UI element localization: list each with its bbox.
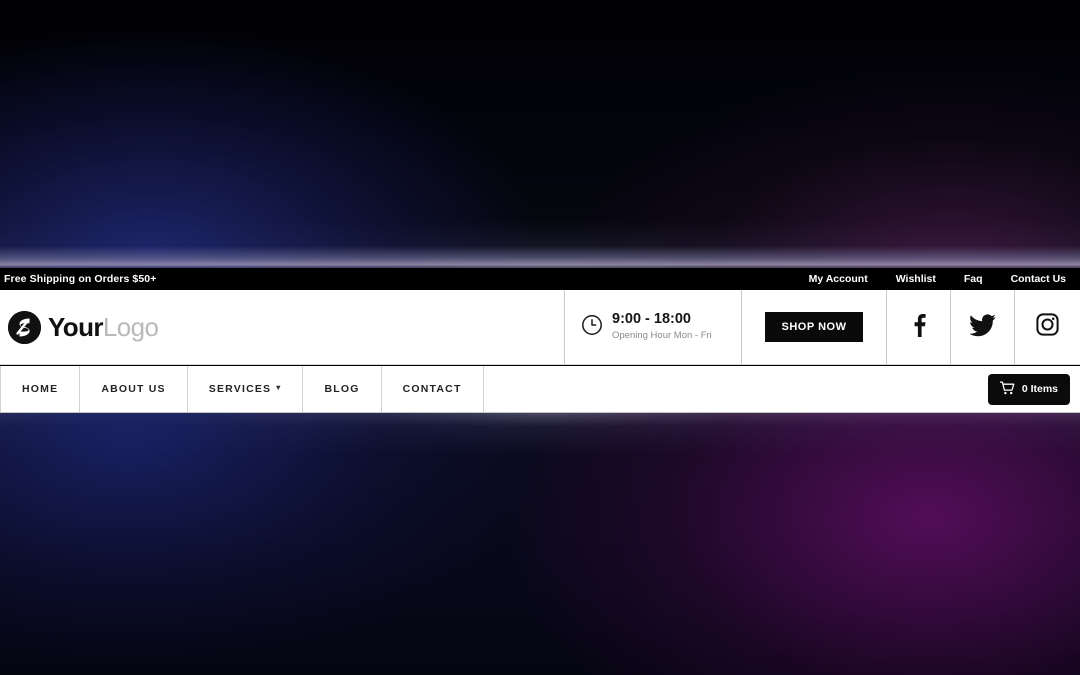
topbar-link-contact-us[interactable]: Contact Us	[1011, 273, 1066, 285]
topbar-link-my-account[interactable]: My Account	[809, 273, 868, 285]
nav-item-services[interactable]: SERVICES ▾	[188, 366, 304, 412]
shopping-cart-icon	[999, 380, 1015, 398]
cart-item-count-label: 0 Items	[1021, 383, 1058, 395]
nav-item-label: HOME	[22, 383, 59, 395]
opening-hours-subtitle: Opening Hour Mon - Fri	[612, 330, 712, 342]
opening-hours-text: 9:00 - 18:00 Opening Hour Mon - Fri	[612, 311, 712, 342]
opening-hours-time: 9:00 - 18:00	[612, 311, 691, 328]
topbar-link-wishlist[interactable]: Wishlist	[896, 273, 936, 285]
topbar-link-faq[interactable]: Faq	[964, 273, 983, 285]
logo-wordmark: YourLogo	[48, 312, 159, 342]
twitter-icon	[968, 313, 996, 342]
shop-now-button[interactable]: SHOP NOW	[764, 312, 864, 342]
background-glow-top	[0, 246, 1080, 268]
nav-item-contact[interactable]: CONTACT	[382, 366, 484, 412]
lightning-circle-logo-icon	[8, 310, 41, 344]
logo-cell[interactable]: YourLogo	[0, 290, 565, 364]
cart-button[interactable]: 0 Items	[987, 373, 1070, 405]
logo-text-bold: Your	[48, 312, 104, 342]
background-gradient-bottom	[0, 413, 1080, 675]
background-gradient-top	[0, 0, 1080, 268]
opening-hours-cell: 9:00 - 18:00 Opening Hour Mon - Fri	[565, 290, 742, 364]
top-utility-bar: Free Shipping on Orders $50+ My Account …	[0, 268, 1080, 290]
cart-area: 0 Items	[987, 366, 1080, 412]
logo-text-light: Logo	[102, 312, 159, 342]
nav-item-about-us[interactable]: ABOUT US	[80, 366, 188, 412]
nav-item-blog[interactable]: BLOG	[303, 366, 382, 412]
chevron-down-icon[interactable]: ▾	[276, 384, 281, 392]
nav-item-label: BLOG	[324, 383, 360, 395]
clock-icon	[581, 314, 603, 341]
social-link-twitter[interactable]	[951, 290, 1015, 364]
social-link-instagram[interactable]	[1015, 290, 1079, 364]
nav-item-label: ABOUT US	[101, 383, 166, 395]
instagram-icon	[1035, 313, 1059, 341]
top-utility-links: My Account Wishlist Faq Contact Us	[809, 273, 1066, 285]
site-header: YourLogo 9:00 - 18:00 Opening Hour Mon -…	[0, 290, 1080, 365]
nav-item-home[interactable]: HOME	[0, 366, 81, 412]
nav-item-label: SERVICES	[208, 383, 272, 395]
main-navigation-bar: HOME ABOUT US SERVICES ▾ BLOG CONTACT 0 …	[0, 366, 1080, 413]
social-link-facebook[interactable]	[887, 290, 951, 364]
nav-items-list: HOME ABOUT US SERVICES ▾ BLOG CONTACT	[0, 366, 484, 412]
nav-item-label: CONTACT	[402, 383, 462, 395]
shop-now-cell: SHOP NOW	[742, 290, 887, 364]
free-shipping-promo-text: Free Shipping on Orders $50+	[4, 273, 157, 285]
facebook-icon	[908, 313, 930, 342]
